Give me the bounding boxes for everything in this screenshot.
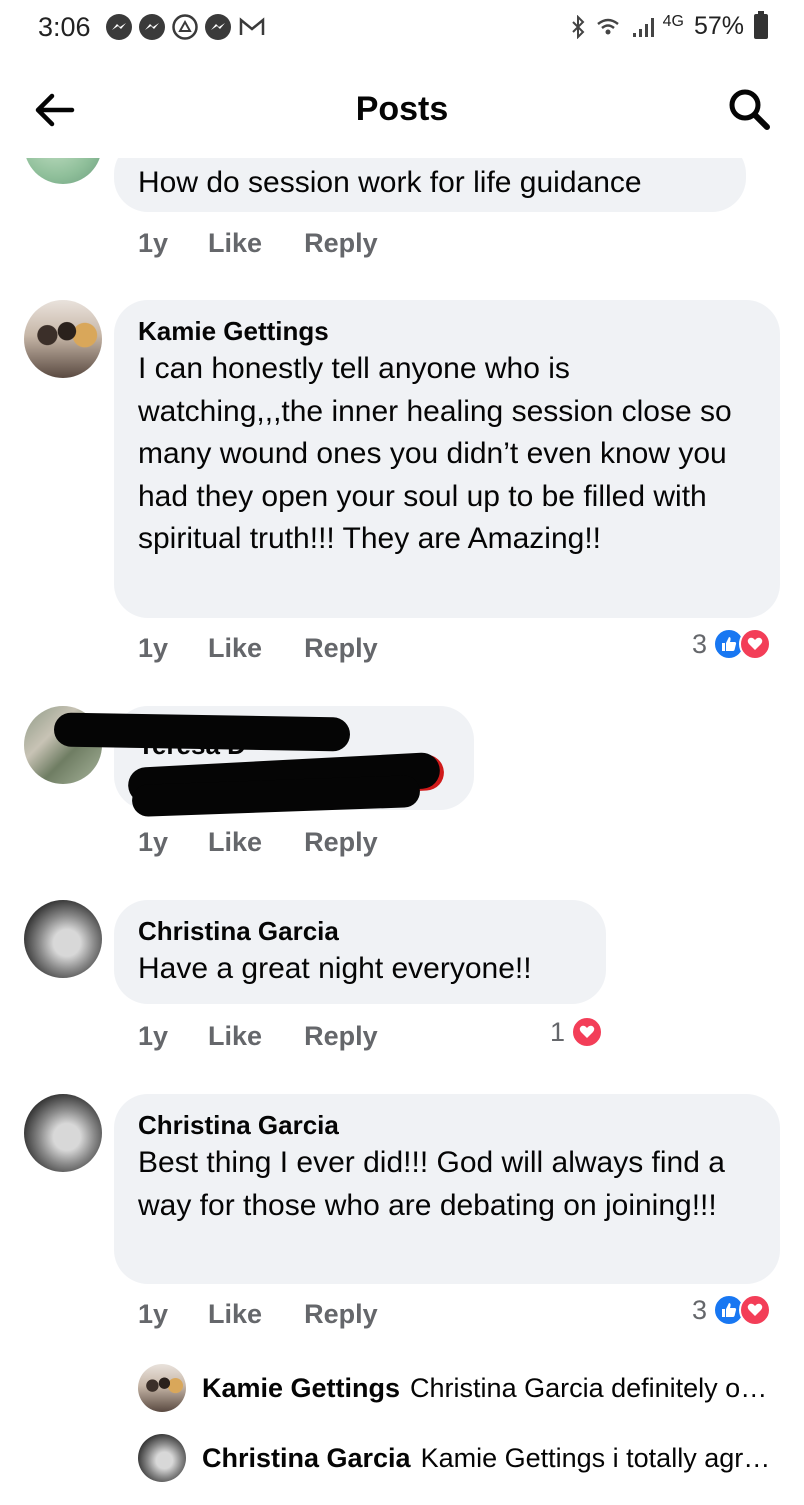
like-button[interactable]: Like (208, 633, 262, 664)
reply-button[interactable]: Reply (304, 633, 378, 664)
battery-icon (754, 11, 768, 39)
signal-icon (632, 17, 654, 37)
avatar[interactable] (138, 1434, 186, 1482)
messenger-icon (139, 14, 165, 40)
comment-text: I can honestly tell anyone who is watchi… (138, 352, 732, 555)
avatar[interactable] (24, 300, 102, 378)
commenter-name[interactable]: Christina Garcia (138, 1108, 756, 1142)
reply-button[interactable]: Reply (304, 827, 378, 858)
comment-text: Best thing I ever did!!! God will always… (138, 1146, 725, 1222)
notification-icons (106, 14, 265, 40)
love-reaction-icon (571, 1016, 604, 1048)
reaction-summary[interactable]: 3 (692, 1294, 772, 1326)
love-reaction-icon (739, 628, 772, 660)
reply-text: Christina Garcia definitely o… (410, 1372, 768, 1403)
search-icon[interactable] (724, 84, 774, 134)
avatar[interactable] (24, 1094, 102, 1172)
status-right: 4G 57% (571, 11, 768, 41)
comment-actions: 1y Like Reply (138, 633, 420, 664)
comment-bubble: Christina Garcia Best thing I ever did!!… (114, 1094, 780, 1284)
comment-age[interactable]: 1y (138, 633, 168, 664)
commenter-name[interactable]: Kamie Gettings (138, 314, 756, 348)
love-reaction-icon (739, 1294, 772, 1326)
reply-button[interactable]: Reply (304, 1021, 378, 1052)
comment-actions: 1y Like Reply (138, 1299, 420, 1330)
reaction-summary[interactable]: 3 (692, 628, 772, 660)
comment-age[interactable]: 1y (138, 228, 168, 259)
comment-actions: 1y Like Reply (138, 827, 420, 858)
reaction-count: 3 (692, 628, 708, 659)
wifi-icon (596, 18, 619, 34)
reaction-summary[interactable]: 1 (550, 1016, 604, 1048)
drive-icon (172, 14, 198, 40)
reply-button[interactable]: Reply (304, 228, 378, 259)
like-button[interactable]: Like (208, 1021, 262, 1052)
comment-bubble: Kamie Gettings I can honestly tell anyon… (114, 300, 780, 618)
comment-age[interactable]: 1y (138, 827, 168, 858)
avatar[interactable] (138, 1364, 186, 1412)
reaction-count: 3 (692, 1294, 708, 1325)
page-title: Posts (355, 90, 449, 128)
reply-button[interactable]: Reply (304, 1299, 378, 1330)
comment-bubble: Christina Garcia Have a great night ever… (114, 900, 606, 1004)
messenger-icon (106, 14, 132, 40)
app-header: Posts (0, 60, 804, 158)
gmail-icon (238, 14, 265, 40)
reply-preview[interactable]: Kamie Gettings Christina Garcia definite… (138, 1364, 767, 1412)
reply-text: Kamie Gettings i totally agr… (420, 1442, 771, 1473)
avatar[interactable] (24, 900, 102, 978)
comment-actions: 1y Like Reply (138, 1021, 420, 1052)
messenger-icon (205, 14, 231, 40)
status-time: 3:06 (38, 12, 91, 42)
reply-preview[interactable]: Christina Garcia Kamie Gettings i totall… (138, 1434, 770, 1482)
like-button[interactable]: Like (208, 228, 262, 259)
status-bar: 3:06 4G 57% (0, 0, 804, 60)
like-button[interactable]: Like (208, 827, 262, 858)
comment-age[interactable]: 1y (138, 1299, 168, 1330)
battery-percent: 57% (693, 12, 744, 40)
comment-text: Have a great night everyone!! (138, 952, 532, 985)
commenter-name[interactable]: Christina Garcia (138, 914, 582, 948)
reply-author[interactable]: Christina Garcia (202, 1443, 411, 1474)
bluetooth-icon (571, 14, 585, 39)
comment-actions: 1y Like Reply (138, 228, 420, 259)
reaction-count: 1 (550, 1016, 566, 1047)
redaction-mark (53, 712, 351, 752)
like-button[interactable]: Like (208, 1299, 262, 1330)
reply-author[interactable]: Kamie Gettings (202, 1373, 400, 1404)
network-type: 4G (662, 12, 684, 30)
comment-age[interactable]: 1y (138, 1021, 168, 1052)
comment-text: How do session work for life guidance (138, 166, 642, 199)
